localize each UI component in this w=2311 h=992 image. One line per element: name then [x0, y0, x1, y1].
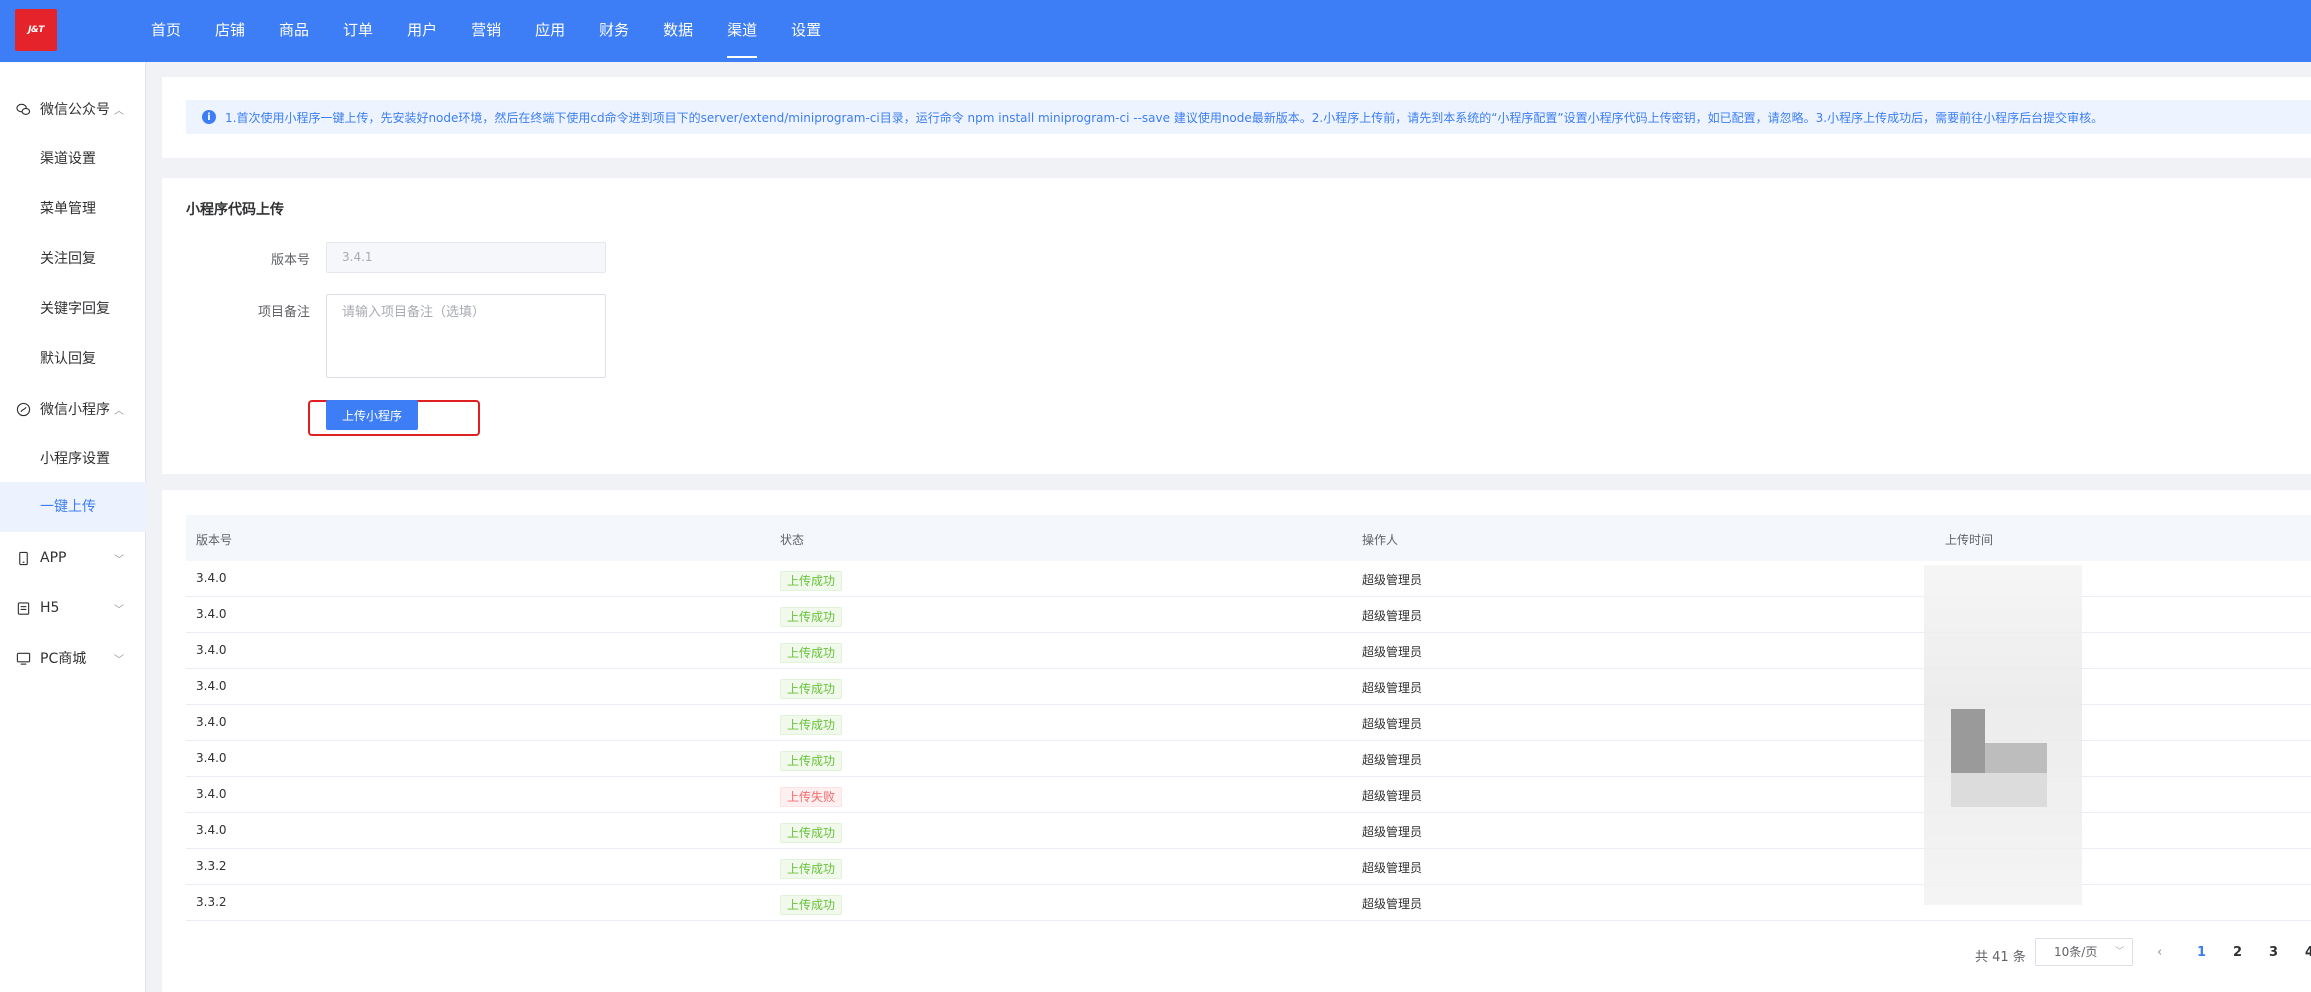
sidebar: 微信公众号 ︿ 渠道设置 菜单管理 关注回复 关键字回复 默认回复 微信小程序 …: [0, 62, 146, 992]
nav-item[interactable]: 首页: [151, 0, 181, 62]
chevron-up-icon: ︿: [114, 106, 124, 117]
sidebar-item-menu-management[interactable]: 菜单管理: [0, 184, 146, 234]
nav-item[interactable]: 设置: [791, 0, 821, 62]
nav-item[interactable]: 应用: [535, 0, 565, 62]
sidebar-group-miniprogram[interactable]: 微信小程序 ︿: [0, 384, 146, 434]
chevron-down-icon: ﹀: [114, 555, 124, 566]
nav-item[interactable]: 用户: [407, 0, 437, 62]
cell-operator: 超级管理员: [1362, 753, 1423, 767]
sidebar-item-channel-settings[interactable]: 渠道设置: [0, 134, 146, 184]
cell-operator: 超级管理员: [1362, 717, 1423, 731]
sidebar-item-keyword-reply[interactable]: 关键字回复: [0, 284, 146, 334]
redacted-block: [1951, 773, 2047, 807]
cell-version: 3.4.0: [196, 787, 227, 801]
sidebar-group-label: 微信公众号: [40, 102, 110, 118]
sidebar-group-label: PC商城: [40, 651, 87, 667]
status-badge: 上传成功: [780, 895, 843, 915]
cell-version: 3.3.2: [196, 859, 227, 873]
sidebar-group-label: 微信小程序: [40, 402, 110, 418]
alert-text: 1.首次使用小程序一键上传，先安装好node环境，然后在终端下使用cd命令进到项…: [225, 110, 2104, 125]
column-header-upload-time: 上传时间: [1945, 533, 1994, 547]
nav-item[interactable]: 财务: [599, 0, 629, 62]
nav-item[interactable]: 数据: [663, 0, 693, 62]
column-header-operator: 操作人: [1362, 533, 1399, 547]
chevron-down-icon: ﹀: [2114, 947, 2124, 957]
cell-version: 3.4.0: [196, 679, 227, 693]
cell-version: 3.4.0: [196, 571, 227, 585]
status-badge: 上传成功: [780, 679, 843, 699]
cell-version: 3.4.0: [196, 643, 227, 657]
chevron-down-icon: ﹀: [114, 605, 124, 616]
sidebar-item-one-click-upload[interactable]: 一键上传: [0, 482, 146, 532]
cell-operator: 超级管理员: [1362, 681, 1423, 695]
sidebar-group-h5[interactable]: H5 ﹀: [0, 583, 146, 633]
cell-operator: 超级管理员: [1362, 897, 1423, 911]
info-alert: i 1.首次使用小程序一键上传，先安装好node环境，然后在终端下使用cd命令进…: [186, 100, 2311, 134]
status-badge: 上传成功: [780, 751, 843, 771]
miniprogram-icon: [16, 402, 31, 417]
phone-icon: [16, 551, 31, 566]
pagination-page[interactable]: 3: [2269, 945, 2278, 960]
pagination-page[interactable]: 1: [2197, 945, 2206, 960]
cell-operator: 超级管理员: [1362, 609, 1423, 623]
cell-version: 3.4.0: [196, 715, 227, 729]
table-header: 版本号 状态 操作人 上传时间: [186, 515, 2311, 561]
cell-version: 3.3.2: [196, 895, 227, 909]
info-icon: i: [202, 110, 216, 124]
nav-item[interactable]: 店铺: [215, 0, 245, 62]
nav-item[interactable]: 渠道: [727, 0, 758, 62]
cell-operator: 超级管理员: [1362, 645, 1423, 659]
cell-version: 3.4.0: [196, 751, 227, 765]
sidebar-group-label: APP: [40, 550, 67, 566]
pagination-total: 共 41 条: [1975, 950, 2026, 965]
pagination-page[interactable]: 4: [2305, 945, 2311, 960]
nav-item[interactable]: 营销: [471, 0, 501, 62]
sidebar-group-wechat-official[interactable]: 微信公众号 ︿: [0, 84, 146, 134]
remark-label: 项目备注: [257, 305, 310, 320]
cell-operator: 超级管理员: [1362, 573, 1423, 587]
status-badge: 上传成功: [780, 859, 843, 879]
pagination-page[interactable]: 2: [2233, 945, 2242, 960]
page-size-select[interactable]: 10条/页 ﹀: [2035, 938, 2133, 966]
nav-item[interactable]: 商品: [279, 0, 309, 62]
cell-operator: 超级管理员: [1362, 825, 1423, 839]
section-title: 小程序代码上传: [186, 202, 284, 218]
version-input[interactable]: 3.4.1: [326, 242, 606, 273]
status-badge: 上传成功: [780, 643, 843, 663]
sidebar-group-label: H5: [40, 600, 60, 616]
redacted-block: [1951, 709, 1985, 773]
sidebar-item-default-reply[interactable]: 默认回复: [0, 334, 146, 384]
page-size-value: 10条/页: [2054, 945, 2098, 959]
upload-miniprogram-button[interactable]: 上传小程序: [326, 400, 418, 430]
column-header-version: 版本号: [196, 533, 233, 547]
sidebar-item-follow-reply[interactable]: 关注回复: [0, 234, 146, 284]
status-badge: 上传成功: [780, 607, 843, 627]
chevron-down-icon: ﹀: [114, 655, 124, 666]
cell-version: 3.4.0: [196, 823, 227, 837]
redacted-block: [1985, 743, 2047, 773]
chevron-up-icon: ︿: [114, 406, 124, 417]
brand-logo[interactable]: J&T: [15, 9, 57, 51]
monitor-icon: [16, 651, 31, 666]
remark-textarea[interactable]: [326, 294, 606, 378]
status-badge: 上传成功: [780, 571, 843, 591]
version-label: 版本号: [270, 253, 310, 268]
status-badge: 上传成功: [780, 715, 843, 735]
status-badge: 上传成功: [780, 823, 843, 843]
top-navbar: J&T 首页 店铺 商品 订单 用户 营销 应用 财务 数据 渠道 设置: [0, 0, 2311, 62]
cell-operator: 超级管理员: [1362, 789, 1423, 803]
h5-icon: [16, 601, 31, 616]
redacted-region: [1924, 565, 2082, 905]
nav-item[interactable]: 订单: [343, 0, 373, 62]
status-badge: 上传失败: [780, 787, 843, 807]
main-nav: 首页 店铺 商品 订单 用户 营销 应用 财务 数据 渠道 设置: [151, 0, 855, 62]
cell-version: 3.4.0: [196, 607, 227, 621]
column-header-status: 状态: [780, 533, 805, 547]
sidebar-group-app[interactable]: APP ﹀: [0, 533, 146, 583]
pagination-prev-button[interactable]: ‹: [2157, 945, 2162, 960]
sidebar-item-miniprogram-settings[interactable]: 小程序设置: [0, 434, 146, 484]
sidebar-group-pc-mall[interactable]: PC商城 ﹀: [0, 633, 146, 683]
cell-operator: 超级管理员: [1362, 861, 1423, 875]
wechat-icon: [16, 102, 31, 117]
